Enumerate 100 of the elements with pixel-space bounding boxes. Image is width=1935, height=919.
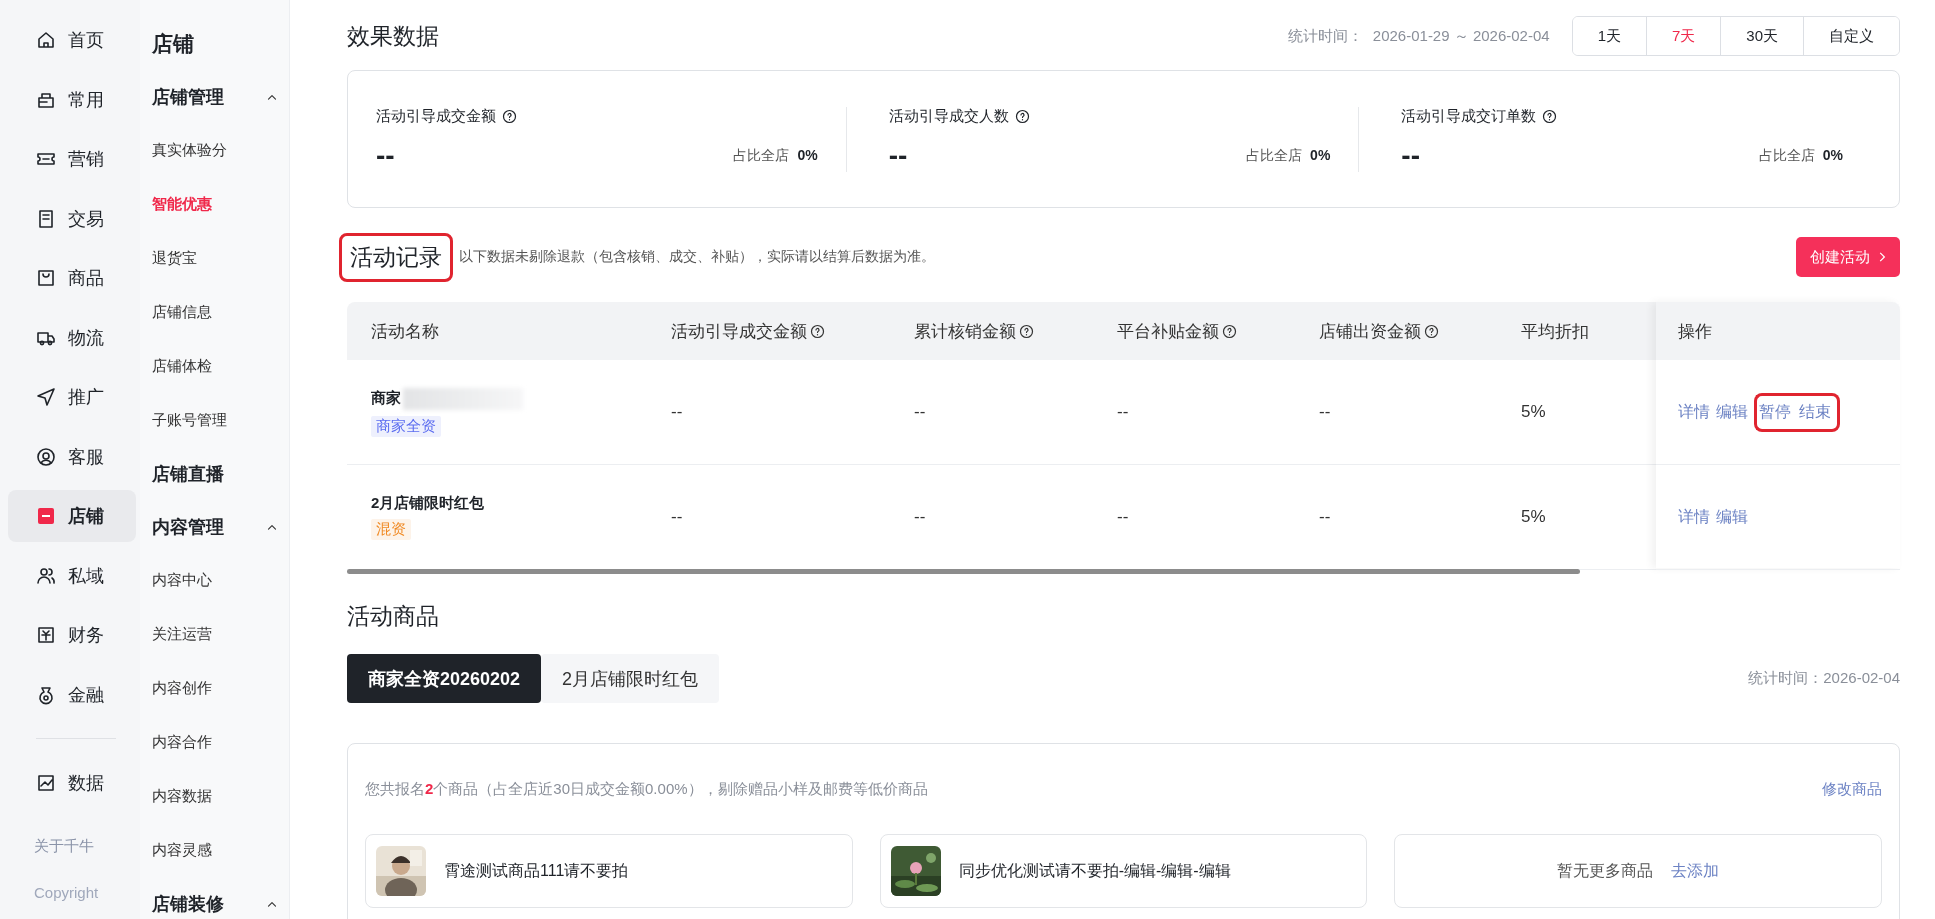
- action-link[interactable]: 暂停: [1754, 392, 1795, 432]
- section-title: 效果数据: [347, 21, 439, 51]
- note-text: 您共报名2个商品（占全店近30日成交金额0.00%），剔除赠品小样及邮费等低价商品: [365, 779, 928, 799]
- share-text: 占比全店 0%: [1246, 146, 1331, 165]
- column-header: 平均折扣: [1521, 320, 1589, 343]
- column-header: 活动名称: [371, 320, 439, 343]
- metric-value: --: [888, 139, 908, 172]
- menu-group[interactable]: 店铺直播: [152, 447, 279, 500]
- table-cell-text: --: [1116, 402, 1130, 422]
- column-header: 平台补贴金额: [1117, 320, 1219, 343]
- nav-item[interactable]: 交易: [8, 192, 136, 245]
- document-icon: [36, 208, 56, 229]
- action-link[interactable]: 编辑: [1716, 401, 1748, 423]
- menu-item[interactable]: 内容中心: [152, 553, 279, 607]
- action-link[interactable]: 详情: [1678, 401, 1710, 423]
- product-card[interactable]: 霄途测试商品111请不要拍: [365, 834, 853, 908]
- box-icon: [36, 268, 56, 288]
- menu-item[interactable]: 店铺体检: [152, 339, 279, 393]
- help-icon: [1542, 108, 1558, 124]
- column-header: 操作: [1656, 302, 1900, 360]
- action-link[interactable]: 编辑: [1716, 506, 1748, 528]
- home-icon: [36, 30, 56, 50]
- share-text: 占比全店 0%: [1758, 146, 1843, 165]
- range-tab[interactable]: 自定义: [1803, 17, 1899, 55]
- product-name: 同步优化测试请不要拍-编辑-编辑-编辑: [958, 860, 1231, 881]
- table-cell-text: 5%: [1520, 507, 1547, 527]
- users-icon: [36, 565, 56, 586]
- table-cell-text: --: [1318, 507, 1332, 527]
- store-icon: [36, 506, 56, 526]
- menu-item[interactable]: 退货宝: [152, 231, 279, 285]
- stat-time: 统计时间：2026-02-04: [1748, 669, 1900, 688]
- metric-label: 活动引导成交金额: [376, 106, 496, 126]
- note-text: 以下数据未剔除退款（包含核销、成交、补贴），实际请以结算后数据为准。: [459, 248, 935, 266]
- nav-item[interactable]: 金融: [8, 668, 136, 721]
- help-icon: [502, 108, 517, 124]
- menu-item[interactable]: 内容创作: [152, 661, 279, 715]
- menu-group[interactable]: 店铺管理: [152, 70, 279, 123]
- menu-item[interactable]: 子账号管理: [152, 393, 279, 447]
- period-text: 2026-01-29 ～ 2026-02-04: [1372, 26, 1550, 46]
- finance-icon: [36, 625, 56, 645]
- coin-pouch-icon: [36, 684, 56, 705]
- nav-item[interactable]: 推广: [8, 371, 136, 423]
- headset-icon: [36, 446, 56, 467]
- share-text: 占比全店 0%: [733, 146, 818, 165]
- help-icon: [1014, 108, 1030, 124]
- nav-item[interactable]: 物流: [8, 311, 136, 364]
- table-cell-text: --: [913, 402, 927, 422]
- nav-item[interactable]: 财务: [8, 609, 136, 661]
- metric-value: --: [1401, 139, 1420, 172]
- menu-title: 店铺: [152, 31, 194, 57]
- menu-group[interactable]: 店铺装修: [152, 877, 279, 919]
- table-cell-text: --: [1116, 507, 1130, 527]
- table-cell-text: --: [670, 402, 684, 422]
- table-cell-text: 5%: [1520, 402, 1547, 422]
- nav-item[interactable]: 常用: [8, 73, 136, 126]
- column-header: 店铺出资金额: [1319, 320, 1421, 343]
- metric-label: 活动引导成交订单数: [1401, 106, 1537, 126]
- section-title: 活动商品: [347, 601, 439, 631]
- tag: 商家全资: [371, 415, 441, 437]
- table-cell-text: --: [1318, 402, 1332, 422]
- send-icon: [36, 387, 56, 407]
- nav-item[interactable]: 商品: [8, 252, 136, 304]
- copyright-text: Copyright: [34, 883, 100, 901]
- column-header: 累计核销金额: [914, 320, 1016, 343]
- period-label: 统计时间：: [1287, 26, 1363, 46]
- menu-item[interactable]: 内容数据: [152, 769, 279, 823]
- menu-item[interactable]: 内容合作: [152, 715, 279, 769]
- nav-item[interactable]: 数据: [8, 757, 136, 809]
- menu-group[interactable]: 内容管理: [152, 500, 279, 553]
- product-name: 霄途测试商品111请不要拍: [444, 860, 629, 881]
- section-title: 活动记录: [339, 232, 453, 282]
- menu-item[interactable]: 内容灵感: [152, 823, 279, 877]
- activity-tab[interactable]: 商家全资20260202: [347, 654, 542, 703]
- nav-item[interactable]: 私域: [8, 549, 136, 602]
- create-button[interactable]: 创建活动: [1796, 237, 1900, 277]
- action-link[interactable]: 结束: [1795, 392, 1840, 432]
- table-cell-text: --: [913, 507, 927, 527]
- scrollbar[interactable]: [347, 569, 1580, 574]
- nav-item[interactable]: 首页: [8, 14, 136, 66]
- nav-item[interactable]: 客服: [8, 430, 136, 483]
- action-link[interactable]: 详情: [1678, 506, 1710, 528]
- empty-text: 暂无更多商品: [1557, 860, 1654, 881]
- column-header: 活动引导成交金额: [671, 320, 807, 343]
- chart-icon: [36, 773, 56, 793]
- activity-tab[interactable]: 2月店铺限时红包: [541, 654, 720, 703]
- menu-item[interactable]: 真实体验分: [152, 123, 279, 177]
- table-cell-text: --: [670, 507, 684, 527]
- menu-item[interactable]: 智能优惠: [152, 177, 279, 231]
- add-link[interactable]: 去添加: [1671, 860, 1720, 882]
- tag: 混资: [371, 519, 411, 540]
- menu-item[interactable]: 店铺信息: [152, 285, 279, 339]
- metric-value: --: [376, 139, 395, 172]
- menu-item[interactable]: 关注运营: [152, 607, 279, 661]
- product-card[interactable]: 同步优化测试请不要拍-编辑-编辑-编辑: [879, 834, 1368, 908]
- nav-item[interactable]: 店铺: [8, 490, 136, 542]
- nav-item[interactable]: 营销: [8, 133, 136, 185]
- activity-name: 商家: [371, 389, 401, 408]
- activity-name: 2月店铺限时红包: [371, 494, 485, 513]
- metric-label: 活动引导成交人数: [888, 106, 1009, 126]
- edit-link[interactable]: 修改商品: [1822, 779, 1882, 799]
